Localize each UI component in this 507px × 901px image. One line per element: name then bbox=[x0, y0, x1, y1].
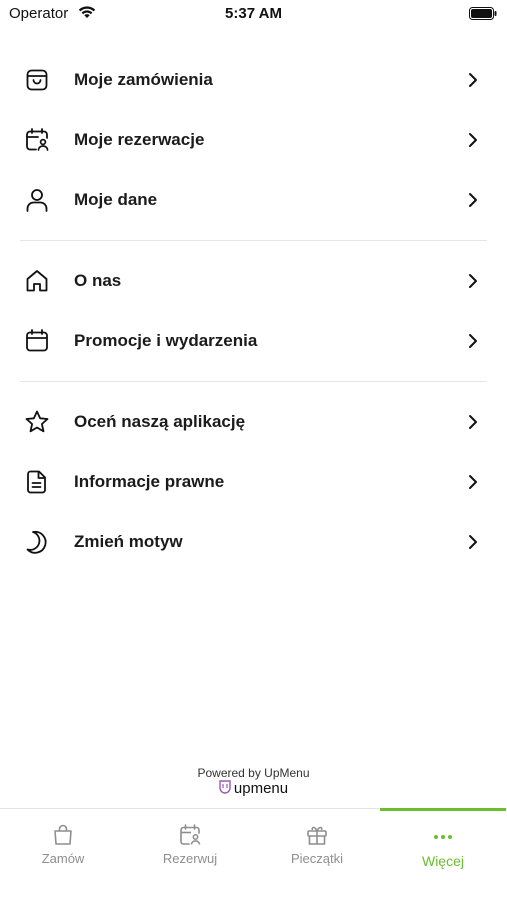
chevron-right-icon bbox=[469, 274, 477, 288]
more-menu: Moje zamówienia Moje rezerwacje Moje dan… bbox=[0, 50, 507, 572]
menu-divider bbox=[20, 240, 487, 241]
upmenu-brand-text: upmenu bbox=[233, 780, 289, 797]
gift-icon bbox=[307, 826, 327, 845]
tab-more[interactable]: Więcej bbox=[380, 808, 506, 879]
upmenu-logo[interactable]: upmenu bbox=[0, 780, 507, 798]
menu-item-about-us[interactable]: O nas bbox=[0, 251, 507, 311]
home-icon bbox=[26, 270, 48, 292]
tab-label: Pieczątki bbox=[290, 851, 344, 866]
menu-item-promotions-events[interactable]: Promocje i wydarzenia bbox=[0, 311, 507, 371]
menu-item-label: Moje zamówienia bbox=[74, 70, 213, 89]
menu-item-label: O nas bbox=[74, 271, 122, 290]
menu-item-rate-app[interactable]: Oceń naszą aplikację bbox=[0, 392, 507, 452]
menu-item-label: Moje dane bbox=[74, 190, 158, 209]
menu-item-legal-info[interactable]: Informacje prawne bbox=[0, 452, 507, 512]
moon-icon bbox=[26, 530, 47, 554]
chevron-right-icon bbox=[469, 475, 477, 489]
menu-item-label: Zmień motyw bbox=[74, 532, 183, 551]
status-bar: Operator 5:37 AM bbox=[0, 0, 507, 28]
menu-item-my-orders[interactable]: Moje zamówienia bbox=[0, 50, 507, 110]
star-icon bbox=[25, 410, 49, 433]
chevron-right-icon bbox=[469, 535, 477, 549]
tab-reserve[interactable]: Rezerwuj bbox=[127, 809, 253, 879]
document-icon bbox=[27, 470, 46, 494]
more-dots-icon bbox=[434, 835, 452, 839]
chevron-right-icon bbox=[469, 133, 477, 147]
calendar-icon bbox=[26, 329, 48, 352]
powered-by-text: Powered by UpMenu bbox=[197, 766, 310, 780]
active-tab-indicator bbox=[380, 808, 506, 811]
tab-label: Rezerwuj bbox=[162, 851, 218, 866]
menu-divider bbox=[20, 381, 487, 382]
menu-item-my-reservations[interactable]: Moje rezerwacje bbox=[0, 110, 507, 170]
calendar-user-icon bbox=[180, 824, 201, 845]
menu-item-my-data[interactable]: Moje dane bbox=[0, 170, 507, 230]
calendar-user-icon bbox=[26, 128, 49, 151]
chevron-right-icon bbox=[469, 73, 477, 87]
tab-bar: Zamów Rezerwuj Pieczątki Więcej bbox=[0, 808, 507, 901]
menu-item-change-theme[interactable]: Zmień motyw bbox=[0, 512, 507, 572]
tab-label: Więcej bbox=[421, 853, 464, 869]
user-icon bbox=[26, 189, 48, 212]
menu-item-label: Promocje i wydarzenia bbox=[74, 331, 258, 350]
tab-stamps[interactable]: Pieczątki bbox=[254, 809, 380, 879]
tab-label: Zamów bbox=[41, 851, 85, 866]
menu-item-label: Moje rezerwacje bbox=[74, 130, 205, 149]
chevron-right-icon bbox=[469, 415, 477, 429]
shopping-bag-icon bbox=[26, 69, 48, 91]
chevron-right-icon bbox=[469, 193, 477, 207]
clock: 5:37 AM bbox=[225, 5, 282, 22]
menu-item-label: Oceń naszą aplikację bbox=[74, 412, 246, 431]
shopping-bag-icon bbox=[54, 824, 72, 845]
menu-item-label: Informacje prawne bbox=[74, 472, 225, 491]
tab-order[interactable]: Zamów bbox=[0, 809, 126, 879]
battery-icon bbox=[469, 7, 497, 20]
upmenu-logo-icon bbox=[219, 780, 231, 798]
chevron-right-icon bbox=[469, 334, 477, 348]
